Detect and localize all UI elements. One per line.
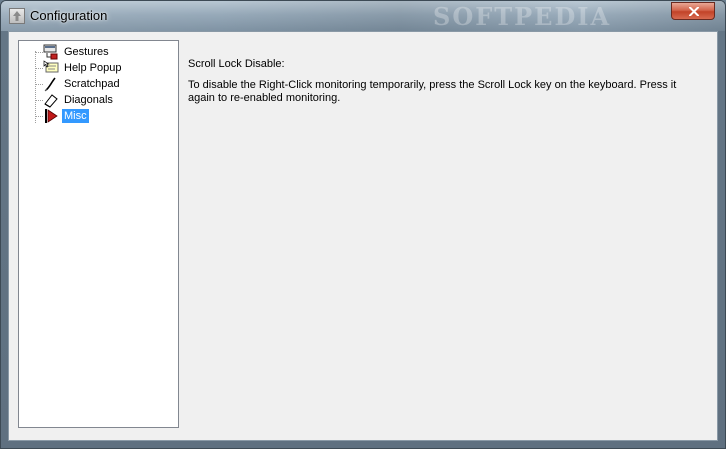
tree-item-label: Diagonals xyxy=(64,94,113,106)
setting-heading: Scroll Lock Disable: xyxy=(188,58,285,70)
close-icon xyxy=(689,7,699,16)
tree-item-help-popup[interactable]: Help Popup xyxy=(19,60,169,76)
help-popup-icon xyxy=(43,60,59,73)
close-button[interactable] xyxy=(671,2,715,20)
setting-description: To disable the Right-Click monitoring te… xyxy=(188,79,677,104)
category-tree[interactable]: Gestures Help Popup Scratchpad Diagonals… xyxy=(18,40,179,428)
app-icon[interactable] xyxy=(9,8,25,24)
softpedia-watermark: SOFTPEDIA xyxy=(433,2,612,31)
description-panel: Scroll Lock Disable: To disable the Righ… xyxy=(188,58,688,105)
scratchpad-icon xyxy=(44,77,56,92)
tree-item-gestures[interactable]: Gestures xyxy=(19,44,169,60)
tree-item-label: Gestures xyxy=(64,46,109,58)
tree-item-label: Scratchpad xyxy=(64,78,120,90)
tree-item-misc[interactable]: Misc xyxy=(19,108,169,124)
tree-item-scratchpad[interactable]: Scratchpad xyxy=(19,76,169,92)
dialog-client-area: Gestures Help Popup Scratchpad Diagonals… xyxy=(8,31,718,441)
tree-item-label: Help Popup xyxy=(64,62,122,74)
gestures-icon xyxy=(43,44,58,60)
diagonals-icon xyxy=(44,94,58,108)
configuration-window: Configuration SOFTPEDIA Gestures Help Po… xyxy=(0,0,726,449)
tree-item-diagonals[interactable]: Diagonals xyxy=(19,92,169,108)
misc-icon xyxy=(45,109,58,123)
tree-item-label: Misc xyxy=(62,109,89,123)
window-title: Configuration xyxy=(30,8,108,23)
title-bar[interactable]: Configuration SOFTPEDIA xyxy=(1,1,725,31)
